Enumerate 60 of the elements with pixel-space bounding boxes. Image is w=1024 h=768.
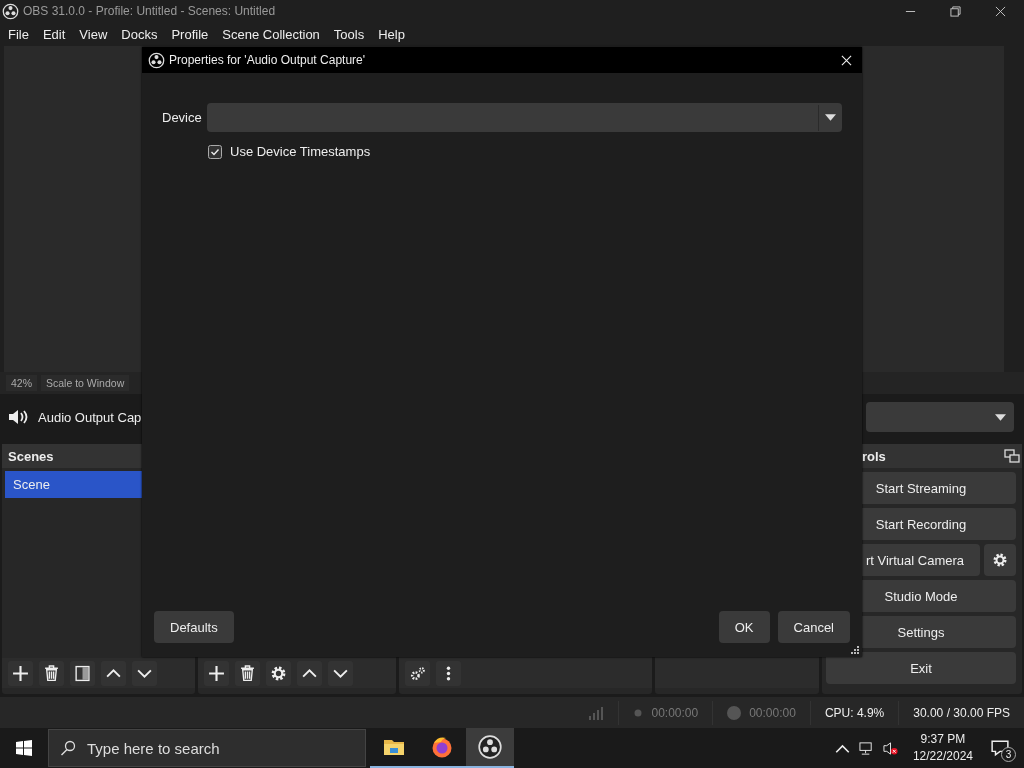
add-icon[interactable]	[8, 660, 33, 686]
app-logo-icon	[148, 51, 165, 69]
menu-item[interactable]: Docks	[121, 26, 158, 42]
restore-icon[interactable]	[950, 5, 961, 17]
ok-button[interactable]: OK	[718, 611, 770, 643]
menu-item[interactable]: Tools	[333, 26, 365, 42]
caret-icon	[825, 114, 836, 121]
record-time: 00:00:00	[749, 705, 796, 720]
clock-date[interactable]: 12/22/2024	[912, 748, 973, 765]
scale-mode[interactable]: Scale to Window	[41, 375, 130, 391]
obs-app-button[interactable]	[466, 728, 514, 768]
add-icon[interactable]	[204, 660, 229, 686]
gear-icon	[992, 552, 1008, 568]
move-up-icon[interactable]	[101, 660, 126, 686]
menu-item[interactable]: File	[8, 26, 29, 42]
app-logo-icon	[478, 735, 502, 759]
record-status-icon	[727, 705, 742, 720]
more-icon[interactable]	[436, 660, 461, 686]
cpu-usage: CPU: 4.9%	[824, 705, 885, 720]
checkbox-label: Use Device Timestamps	[230, 144, 371, 159]
defaults-button[interactable]: Defaults	[154, 611, 234, 643]
network-icon[interactable]	[858, 740, 874, 756]
caret-icon	[995, 413, 1006, 421]
search-icon	[60, 740, 76, 756]
control-button[interactable]: Exit	[826, 652, 1016, 684]
app-logo-icon	[2, 2, 19, 20]
undock-icon[interactable]	[1004, 449, 1020, 463]
resize-grip-icon[interactable]	[850, 645, 860, 655]
settings-icon[interactable]	[266, 660, 291, 686]
menu-item[interactable]: Scene Collection	[222, 26, 320, 42]
browser-icon	[430, 735, 454, 759]
fps-readout: 30.00 / 30.00 FPS	[913, 705, 1010, 720]
close-icon[interactable]	[995, 5, 1006, 17]
menu-item[interactable]: View	[79, 26, 108, 42]
menu-item[interactable]: Profile	[171, 26, 209, 42]
window-title: OBS 31.0.0 - Profile: Untitled - Scenes: Untitled	[23, 4, 276, 18]
stream-time: 00:00:00	[651, 705, 699, 720]
stream-status-icon	[633, 707, 644, 718]
menu-item[interactable]: Help	[378, 26, 405, 42]
dialog-title: Properties for 'Audio Output Capture'	[169, 53, 366, 67]
field-label: Device	[162, 110, 201, 125]
checkbox[interactable]	[208, 144, 222, 159]
move-up-icon[interactable]	[297, 660, 322, 686]
speaker-icon	[8, 409, 28, 425]
settings-button[interactable]	[984, 544, 1016, 576]
dock-title: rols	[862, 448, 886, 464]
cancel-button[interactable]: Cancel	[777, 611, 850, 643]
move-down-icon[interactable]	[328, 660, 353, 686]
volume-muted-icon[interactable]	[882, 740, 898, 756]
source-name: Audio Output Cap	[38, 409, 142, 425]
signal-icon	[588, 705, 605, 720]
trash-icon[interactable]	[39, 660, 64, 686]
move-down-icon[interactable]	[132, 660, 157, 686]
menu-item[interactable]: Edit	[42, 26, 66, 42]
search-field[interactable]: Type here to search	[48, 729, 366, 767]
gears-icon[interactable]	[405, 660, 430, 686]
clock-time[interactable]: 9:37 PM	[920, 731, 966, 748]
trash-icon[interactable]	[235, 660, 260, 686]
filter-icon[interactable]	[70, 660, 95, 686]
zoom-level[interactable]: 42%	[6, 375, 37, 391]
